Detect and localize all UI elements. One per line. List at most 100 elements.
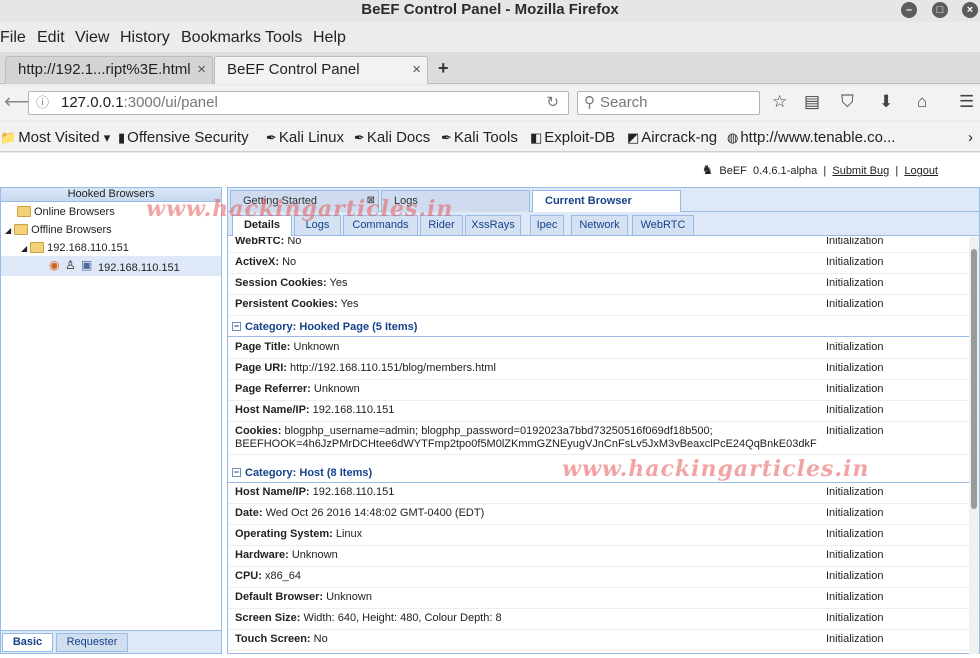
detail-key: ActiveX:: [235, 256, 280, 268]
tab-basic[interactable]: Basic: [2, 633, 53, 652]
detail-value: No: [279, 256, 297, 268]
menu-bar: File Edit View History Bookmarks Tools H…: [0, 25, 980, 51]
detail-value: BEEFHOOK=4h6JzPMrDCHtee6dWYTFmp2tpo0f5M0…: [235, 438, 817, 450]
browser-tab-2[interactable]: BeEF Control Panel ×: [214, 56, 428, 84]
details-scrollbar[interactable]: [969, 237, 979, 654]
menu-edit[interactable]: Edit: [37, 29, 65, 47]
subtab-ipec[interactable]: Ipec: [530, 215, 564, 235]
browser-tab-bar: http://192.1...ript%3E.html × BeEF Contr…: [0, 52, 980, 84]
browser-tab-label: BeEF Control Panel: [227, 61, 360, 78]
hamburger-menu-icon[interactable]: ☰: [959, 92, 974, 112]
detail-key: Page Referrer:: [235, 383, 311, 395]
folder-icon: 📁: [0, 130, 17, 145]
detail-source: Initialization: [826, 528, 884, 540]
bookmark-offensive-security[interactable]: ▮ Offensive Security: [118, 129, 249, 146]
expand-arrow-icon[interactable]: ◢: [21, 244, 27, 253]
tab-current-browser[interactable]: Current Browser: [532, 190, 681, 213]
detail-key: Screen Size:: [235, 612, 301, 624]
menu-bookmarks[interactable]: Bookmarks: [181, 29, 261, 47]
detail-source: Initialization: [826, 591, 884, 603]
pocket-icon[interactable]: ⛉: [841, 92, 854, 112]
menu-tools[interactable]: Tools: [265, 29, 302, 47]
bookmark-exploit-db[interactable]: ◧ Exploit-DB: [530, 129, 615, 146]
close-tab-icon[interactable]: ×: [197, 57, 206, 83]
detail-key: Operating System:: [235, 528, 333, 540]
hooked-browsers-panel: Hooked Browsers Online Browsers ◢ Offline…: [0, 187, 222, 654]
bookmarks-overflow-icon[interactable]: ›: [968, 129, 973, 146]
detail-source: Initialization: [826, 633, 884, 645]
bookmark-aircrack-ng[interactable]: ◩ Aircrack-ng: [627, 129, 717, 146]
subtab-xssrays[interactable]: XssRays: [465, 215, 521, 235]
menu-history[interactable]: History: [120, 29, 170, 47]
detail-row: ActiveX: No Initialization: [228, 253, 969, 274]
bookmarks-toolbar: 📁 Most Visited ▾ ▮ Offensive Security ✒ Kal…: [0, 122, 980, 152]
detail-row: Touch Screen: No Initialization: [228, 630, 969, 651]
aircrack-icon: ◩: [627, 130, 640, 145]
detail-value: 192.168.110.151: [309, 486, 395, 498]
submit-bug-link[interactable]: Submit Bug: [832, 165, 889, 177]
reload-icon[interactable]: ↻: [546, 92, 559, 114]
computer-icon: ▣: [81, 258, 93, 272]
detail-key: Host Name/IP:: [235, 404, 310, 416]
tree-hooked-browser[interactable]: ◉ ♙ ▣ 192.168.110.151: [1, 256, 221, 276]
detail-value: Unknown: [323, 591, 372, 603]
bookmark-kali-docs[interactable]: ✒ Kali Docs: [354, 129, 430, 146]
search-input[interactable]: ⚲ Search: [577, 91, 760, 115]
info-icon[interactable]: ⓘ: [36, 92, 49, 114]
home-icon[interactable]: ⌂: [917, 92, 927, 112]
detail-source: Initialization: [826, 486, 884, 498]
browser-tab-1[interactable]: http://192.1...ript%3E.html ×: [5, 56, 213, 84]
logout-link[interactable]: Logout: [904, 165, 938, 177]
detail-row: Page URI: http://192.168.110.151/blog/me…: [228, 359, 969, 380]
bookmark-star-icon[interactable]: ☆: [772, 92, 787, 112]
beef-separator: |: [823, 165, 827, 177]
maximize-icon[interactable]: □: [932, 2, 948, 18]
folder-icon: [30, 242, 45, 253]
detail-value: Unknown: [288, 549, 338, 561]
menu-view[interactable]: View: [75, 29, 109, 47]
menu-file[interactable]: File: [0, 29, 26, 47]
chevron-down-icon: ▾: [103, 130, 111, 145]
url-bar[interactable]: ⓘ 127.0.0.1:3000/ui/panel ↻: [28, 91, 569, 115]
new-tab-icon[interactable]: +: [438, 58, 449, 79]
url-path: :3000/ui/panel: [123, 94, 218, 111]
left-panel-tabs: Basic Requester: [1, 630, 221, 653]
expand-arrow-icon[interactable]: ◢: [5, 226, 11, 235]
detail-key: Session Cookies:: [235, 277, 327, 289]
detail-value: Yes: [326, 277, 348, 289]
category-title: Category: Hooked Page (5 Items): [245, 321, 418, 333]
subtab-webrtc[interactable]: WebRTC: [632, 215, 694, 235]
scrollbar-thumb[interactable]: [971, 249, 977, 509]
detail-key: Hardware:: [235, 549, 289, 561]
bookmark-tenable[interactable]: ◍ http://www.tenable.co...: [727, 129, 895, 146]
detail-key: Default Browser:: [235, 591, 324, 603]
collapse-icon[interactable]: −: [232, 468, 241, 477]
bookmark-kali-tools[interactable]: ✒ Kali Tools: [441, 129, 518, 146]
bookmark-most-visited[interactable]: 📁 Most Visited ▾: [0, 129, 112, 146]
detail-row: WebRTC: No Initialization: [228, 237, 969, 253]
firefox-icon: ◉: [49, 258, 60, 272]
detail-row-cookies: Cookies: blogphp_username=admin; blogphp…: [228, 422, 969, 455]
detail-row: Page Referrer: Unknown Initialization: [228, 380, 969, 401]
tab-requester[interactable]: Requester: [56, 633, 128, 652]
download-icon[interactable]: ⬇: [879, 92, 893, 112]
watermark: www.hackingarticles.in: [562, 456, 870, 482]
beef-separator: |: [895, 165, 899, 177]
search-icon: ⚲: [584, 94, 595, 111]
close-tab-icon[interactable]: ×: [412, 57, 421, 83]
collapse-icon[interactable]: −: [232, 322, 241, 331]
detail-key: Page URI:: [235, 362, 287, 374]
minimize-icon[interactable]: –: [901, 2, 917, 18]
bookmark-kali-linux[interactable]: ✒ Kali Linux: [266, 129, 344, 146]
detail-value: Yes: [337, 298, 359, 310]
reading-list-icon[interactable]: ▤: [804, 92, 820, 112]
tree-offline-browsers[interactable]: ◢ Offline Browsers: [5, 223, 112, 238]
category-hooked-page[interactable]: − Category: Hooked Page (5 Items): [228, 316, 969, 337]
menu-help[interactable]: Help: [313, 29, 346, 47]
kali-dragon-icon: ✒: [354, 130, 365, 145]
tree-ip-folder[interactable]: ◢ 192.168.110.151: [21, 241, 129, 256]
subtab-network[interactable]: Network: [571, 215, 628, 235]
tree-online-browsers[interactable]: Online Browsers: [17, 205, 115, 219]
detail-key: Host Name/IP:: [235, 486, 310, 498]
close-icon[interactable]: ×: [962, 2, 978, 18]
